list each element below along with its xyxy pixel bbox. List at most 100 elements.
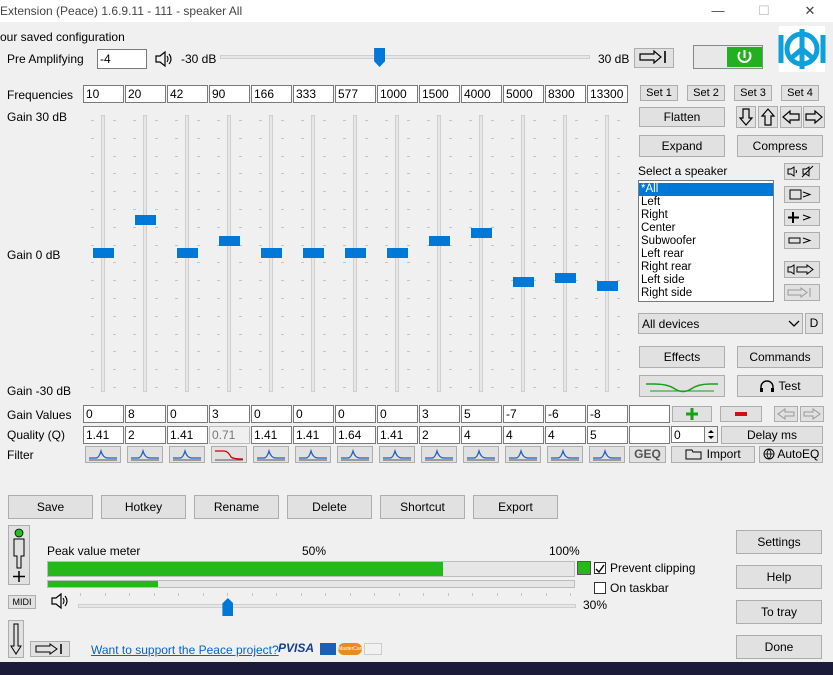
- quality-input[interactable]: 5: [587, 426, 628, 444]
- quality-input[interactable]: 4: [461, 426, 502, 444]
- frequency-input[interactable]: 333: [293, 85, 334, 103]
- speaker-list-item[interactable]: Right side: [639, 287, 773, 300]
- gain-value-input[interactable]: -6: [545, 405, 586, 423]
- gain-slider-thumb[interactable]: [345, 248, 366, 258]
- quality-input[interactable]: 1.41: [83, 426, 124, 444]
- arrow-down-button[interactable]: [736, 106, 756, 128]
- speaker-list-item[interactable]: Right: [639, 209, 773, 222]
- filter-type-button[interactable]: [547, 446, 583, 463]
- remove-band-button[interactable]: [720, 406, 762, 422]
- gain-value-input[interactable]: 0: [377, 405, 418, 423]
- gain-slider-track[interactable]: [227, 115, 231, 392]
- done-button[interactable]: Done: [736, 635, 822, 659]
- midi-button[interactable]: MIDI: [8, 595, 36, 609]
- import-button[interactable]: Import: [671, 446, 755, 463]
- gain-slider-thumb[interactable]: [513, 276, 534, 287]
- speaker-add-button[interactable]: [784, 209, 820, 226]
- gain-slider-thumb[interactable]: [429, 235, 450, 246]
- minimize-button[interactable]: —: [695, 0, 741, 22]
- speaker-list-item[interactable]: Subwoofer: [639, 235, 773, 248]
- quality-input[interactable]: 1.41: [167, 426, 208, 444]
- gain-slider-track[interactable]: [605, 115, 609, 392]
- filter-type-button[interactable]: [169, 446, 205, 463]
- gain-slider-thumb[interactable]: [471, 227, 492, 238]
- speaker-mute-button[interactable]: [784, 163, 820, 180]
- gain-slider-thumb[interactable]: [135, 215, 156, 226]
- filter-type-button[interactable]: [127, 446, 163, 463]
- quality-input[interactable]: 4: [503, 426, 544, 444]
- speaker-list-item[interactable]: Right rear: [639, 261, 773, 274]
- filter-type-button[interactable]: [337, 446, 373, 463]
- frequency-input[interactable]: 8300: [545, 85, 586, 103]
- preamp-slider-thumb[interactable]: [374, 48, 386, 67]
- effects-button[interactable]: Effects: [639, 346, 725, 368]
- maximize-button[interactable]: ☐: [741, 0, 787, 22]
- filter-type-button[interactable]: [295, 446, 331, 463]
- quality-input[interactable]: 2: [125, 426, 166, 444]
- delete-button[interactable]: Delete: [287, 495, 372, 519]
- hotkey-button[interactable]: Hotkey: [101, 495, 186, 519]
- gain-slider-thumb[interactable]: [387, 248, 408, 258]
- frequency-input[interactable]: 20: [125, 85, 166, 103]
- set-button[interactable]: Set 3: [734, 85, 772, 101]
- gain-slider-track[interactable]: [563, 115, 567, 392]
- gain-slider-thumb[interactable]: [219, 235, 240, 246]
- support-link[interactable]: Want to support the Peace project?: [91, 643, 279, 657]
- speaker-box-button[interactable]: [784, 186, 820, 203]
- gain-value-input[interactable]: 0: [251, 405, 292, 423]
- commands-button[interactable]: Commands: [737, 346, 823, 368]
- close-button[interactable]: ✕: [787, 0, 833, 22]
- frequency-input[interactable]: 1000: [377, 85, 418, 103]
- help-button[interactable]: Help: [736, 565, 822, 589]
- power-toggle[interactable]: [693, 45, 763, 69]
- quality-input[interactable]: 1.41: [251, 426, 292, 444]
- speaker-list-item[interactable]: Left side: [639, 274, 773, 287]
- filter-type-button[interactable]: [379, 446, 415, 463]
- quality-input[interactable]: [629, 426, 670, 444]
- gain-slider-track[interactable]: [479, 115, 483, 392]
- gain-value-input[interactable]: 8: [125, 405, 166, 423]
- speaker-remove-button[interactable]: [784, 232, 820, 249]
- frequency-input[interactable]: 4000: [461, 85, 502, 103]
- gain-slider-track[interactable]: [437, 115, 441, 392]
- gain-value-input[interactable]: 3: [419, 405, 460, 423]
- gain-value-input[interactable]: 5: [461, 405, 502, 423]
- filter-type-button[interactable]: [589, 446, 625, 463]
- settings-button[interactable]: Settings: [736, 530, 822, 554]
- gain-value-input[interactable]: 0: [83, 405, 124, 423]
- set-button[interactable]: Set 2: [687, 85, 725, 101]
- filter-type-button[interactable]: [421, 446, 457, 463]
- compress-button[interactable]: Compress: [737, 135, 823, 157]
- gain-value-input[interactable]: [629, 405, 670, 423]
- gain-slider-thumb[interactable]: [597, 280, 618, 291]
- frequency-input[interactable]: 166: [251, 85, 292, 103]
- frequency-input[interactable]: 1500: [419, 85, 460, 103]
- speaker-eq-button[interactable]: [784, 284, 820, 301]
- quality-input[interactable]: 2: [419, 426, 460, 444]
- filter-type-button[interactable]: [85, 446, 121, 463]
- quality-input[interactable]: 1.41: [293, 426, 334, 444]
- gain-value-input[interactable]: 3: [209, 405, 250, 423]
- frequency-input[interactable]: 13300: [587, 85, 628, 103]
- device-d-button[interactable]: D: [805, 313, 823, 334]
- geq-button[interactable]: GEQ: [629, 446, 666, 463]
- speaker-list-item[interactable]: Left: [639, 196, 773, 209]
- speaker-icon[interactable]: [154, 50, 174, 68]
- speaker-list-item[interactable]: Center: [639, 222, 773, 235]
- preamp-input[interactable]: -4: [97, 49, 147, 69]
- gain-slider-thumb[interactable]: [177, 248, 198, 258]
- add-band-button[interactable]: [672, 406, 712, 422]
- gain-slider-track[interactable]: [521, 115, 525, 392]
- collapse-down-button[interactable]: [8, 620, 24, 658]
- volume-slider[interactable]: [78, 604, 576, 608]
- frequency-input[interactable]: 577: [335, 85, 376, 103]
- filter-type-button[interactable]: [505, 446, 541, 463]
- gain-slider-thumb[interactable]: [303, 248, 324, 258]
- curve-button[interactable]: [639, 375, 725, 397]
- gain-slider-thumb[interactable]: [555, 272, 576, 283]
- quality-input[interactable]: 4: [545, 426, 586, 444]
- gain-slider-thumb[interactable]: [261, 248, 282, 258]
- frequency-input[interactable]: 42: [167, 85, 208, 103]
- frequency-input[interactable]: 10: [83, 85, 124, 103]
- gain-value-input[interactable]: 0: [293, 405, 334, 423]
